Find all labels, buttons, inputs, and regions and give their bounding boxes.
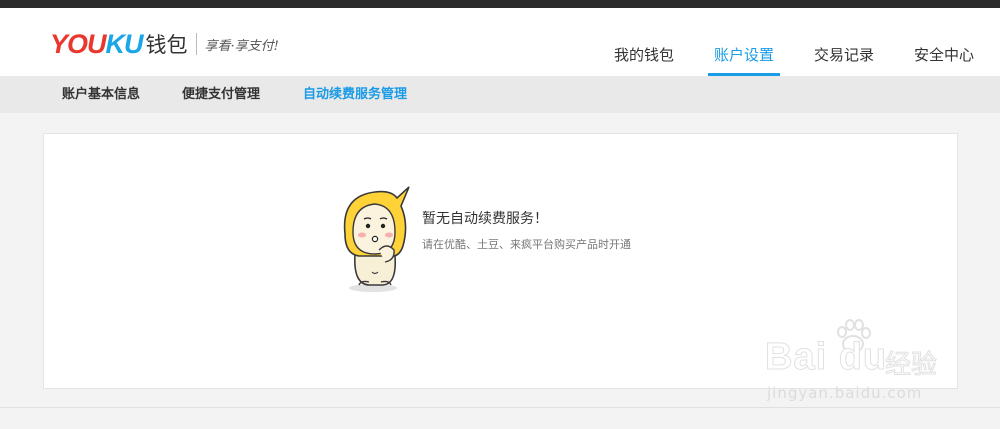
baidu-jingyan-watermark: Bai du 经验 jingyan.baidu.com bbox=[755, 318, 975, 413]
wallet-logo-text: 钱包 bbox=[145, 33, 188, 57]
subnav-quick-pay[interactable]: 便捷支付管理 bbox=[182, 76, 260, 113]
youku-mascot-icon bbox=[343, 186, 410, 292]
nav-account-settings[interactable]: 账户设置 bbox=[707, 38, 780, 76]
empty-state-title: 暂无自动续费服务！ bbox=[422, 211, 548, 227]
nav-my-wallet[interactable]: 我的钱包 bbox=[608, 38, 680, 76]
header: YOUKU 钱包 享看·享支付! 我的钱包 账户设置 交易记录 安全中心 bbox=[0, 8, 1000, 76]
slogan: 享看·享支付! bbox=[204, 38, 279, 54]
nav-transactions[interactable]: 交易记录 bbox=[808, 38, 880, 76]
logo-divider bbox=[195, 33, 197, 55]
watermark-url: jingyan.baidu.com bbox=[767, 384, 923, 402]
nav-security-center[interactable]: 安全中心 bbox=[908, 38, 980, 76]
sub-nav: 账户基本信息 便捷支付管理 自动续费服务管理 bbox=[0, 76, 1000, 113]
main-nav: 我的钱包 账户设置 交易记录 安全中心 bbox=[580, 38, 980, 76]
watermark-brand: Bai du bbox=[764, 336, 888, 379]
empty-state-subtitle: 请在优酷、土豆、来疯平台购买产品时开通 bbox=[422, 238, 631, 251]
watermark-brand-cn: 经验 bbox=[884, 350, 938, 381]
youku-wallet-logo[interactable]: YOUKU 钱包 享看·享支付! bbox=[50, 28, 279, 60]
subnav-auto-renew[interactable]: 自动续费服务管理 bbox=[303, 76, 407, 113]
subnav-basic-info[interactable]: 账户基本信息 bbox=[62, 76, 140, 113]
youku-logo-text: YOUKU bbox=[50, 28, 144, 59]
top-strip bbox=[0, 0, 1000, 8]
